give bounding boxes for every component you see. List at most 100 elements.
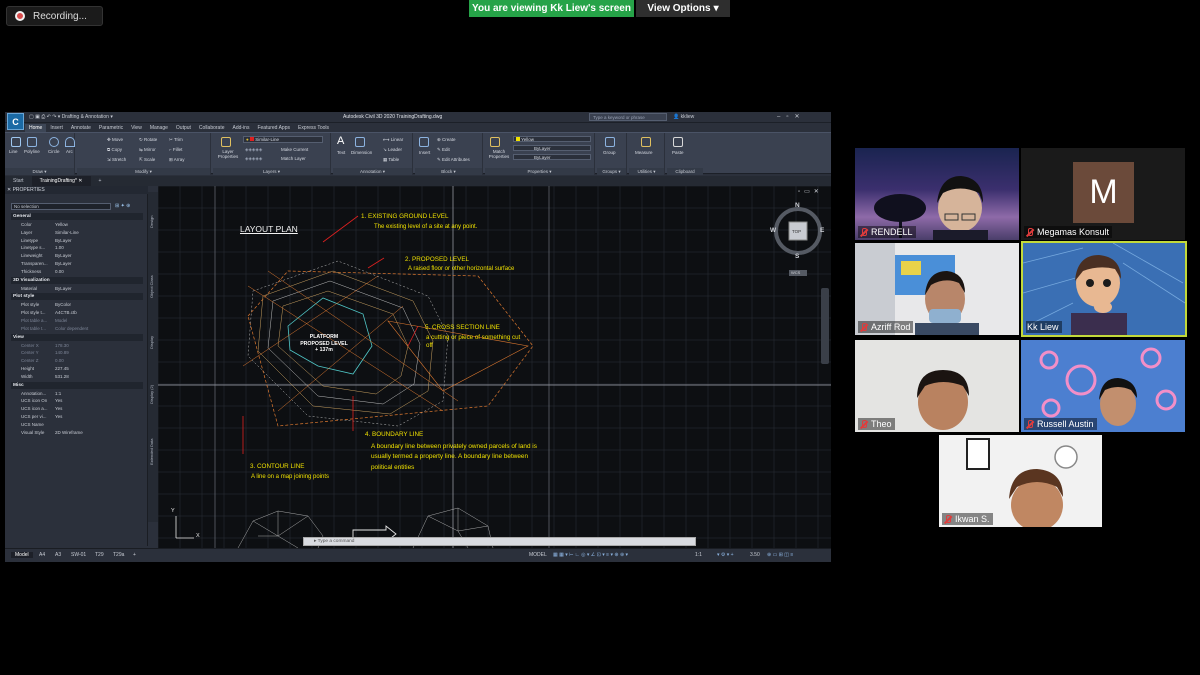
property-row[interactable]: Center Z 0.00 bbox=[11, 357, 143, 364]
user-account[interactable]: 👤 kkliew bbox=[673, 114, 694, 120]
compass-south[interactable]: S bbox=[795, 253, 799, 260]
ribbon-tab-parametric[interactable]: Parametric bbox=[95, 124, 127, 132]
doc-tab-trainingdrafting[interactable]: TrainingDrafting* ✕ bbox=[31, 176, 91, 186]
panel-title-modify[interactable]: Modify ▾ bbox=[77, 168, 210, 175]
property-row[interactable]: Thickness 0.00 bbox=[11, 268, 143, 275]
workspace-toggles[interactable]: ▾ ⚙ ▾ + bbox=[717, 552, 734, 558]
properties-section-3d-visualization[interactable]: 3D Visualization bbox=[11, 276, 143, 284]
compass-east[interactable]: E bbox=[820, 227, 824, 234]
quick-access-toolbar[interactable]: ▢ ▣ ⎙ ↶ ↷ ▾ Drafting & Annotation ▾ bbox=[29, 114, 113, 120]
tool-line[interactable]: Line bbox=[9, 149, 18, 154]
tool-layer-properties[interactable]: Layer Properties bbox=[215, 149, 241, 159]
ribbon-tab-home[interactable]: Home bbox=[25, 124, 47, 132]
close-icon[interactable]: ✕ bbox=[794, 114, 805, 120]
tool-polyline[interactable]: Polyline bbox=[24, 149, 40, 154]
properties-section-general[interactable]: General bbox=[11, 213, 143, 220]
participant-tile-theo[interactable]: Theo bbox=[855, 340, 1019, 432]
tool-table[interactable]: ▦ Table bbox=[383, 157, 399, 163]
tool-match-properties[interactable]: Match Properties bbox=[487, 149, 511, 159]
tool-fillet[interactable]: ⌐ Fillet bbox=[169, 147, 182, 152]
properties-section-misc[interactable]: Misc bbox=[11, 381, 143, 389]
property-row[interactable]: UCS icon a... Yes bbox=[11, 405, 143, 412]
panel-title-utilities[interactable]: Utilities ▾ bbox=[629, 168, 664, 175]
tool-scale[interactable]: ⇱ Scale bbox=[139, 157, 155, 163]
ribbon-tab-view[interactable]: View bbox=[127, 124, 146, 132]
tool-paste[interactable]: Paste bbox=[672, 150, 684, 155]
close-tab-icon[interactable]: ✕ bbox=[78, 178, 82, 184]
participant-tile-kk-liew[interactable]: Kk Liew bbox=[1021, 241, 1187, 337]
color-dropdown[interactable]: Yellow bbox=[513, 136, 591, 142]
minimize-icon[interactable]: – bbox=[777, 114, 786, 120]
property-row[interactable]: UCS icon On Yes bbox=[11, 397, 143, 404]
view-options-button[interactable]: View Options ▾ bbox=[636, 0, 730, 17]
tool-match-layer[interactable]: Match Layer bbox=[281, 156, 306, 161]
tool-trim[interactable]: ✂ Trim bbox=[169, 137, 183, 143]
properties-section-view[interactable]: View bbox=[11, 333, 143, 341]
wcs-label[interactable]: WCS bbox=[791, 270, 800, 275]
tool-move[interactable]: ✥ Move bbox=[107, 137, 123, 143]
layout-tab-t29a[interactable]: T29a bbox=[113, 552, 124, 558]
participant-tile-megamas[interactable]: M Megamas Konsult bbox=[1021, 148, 1185, 240]
panel-title-clipboard[interactable]: Clipboard bbox=[667, 168, 703, 175]
property-row[interactable]: Width 531.28 bbox=[11, 373, 143, 380]
tool-edit-attributes[interactable]: ✎ Edit Attributes bbox=[437, 157, 470, 163]
participant-tile-azriff[interactable]: Azriff Rod bbox=[855, 243, 1019, 335]
property-row[interactable]: Plot table a... Model bbox=[11, 317, 143, 324]
side-tab-display-2[interactable]: Display (2) bbox=[149, 372, 157, 417]
property-row[interactable]: UCS per vi... Yes bbox=[11, 413, 143, 420]
participant-tile-rendell[interactable]: RENDELL bbox=[855, 148, 1019, 240]
side-tab-display[interactable]: Display bbox=[149, 322, 157, 362]
layout-tab-sw01[interactable]: SW-01 bbox=[71, 552, 86, 558]
property-row[interactable]: Transparen... ByLayer bbox=[11, 260, 143, 267]
ribbon-tab-manage[interactable]: Manage bbox=[146, 124, 172, 132]
tool-edit[interactable]: ✎ Edit bbox=[437, 147, 450, 153]
drawing-canvas[interactable]: LAYOUT PLAN 1. EXISTING GROUND LEVEL The… bbox=[157, 185, 831, 549]
side-tab-design[interactable]: Design bbox=[149, 202, 157, 242]
ribbon-tab-insert[interactable]: Insert bbox=[46, 124, 67, 132]
panel-title-block[interactable]: Block ▾ bbox=[415, 168, 482, 175]
property-row[interactable]: Material ByLayer bbox=[11, 285, 143, 292]
property-row[interactable]: Linetype ByLayer bbox=[11, 237, 143, 244]
model-space-toggle[interactable]: MODEL bbox=[529, 552, 547, 558]
panel-title-annotation[interactable]: Annotation ▾ bbox=[333, 168, 412, 175]
layer-dropdown[interactable]: ● Similar-Line bbox=[243, 136, 323, 143]
tool-arc[interactable]: Arc bbox=[66, 149, 73, 154]
side-tab-extended-data[interactable]: Extended Data bbox=[149, 427, 157, 477]
drafting-toggles[interactable]: ▦ ▦ ▾ ⊢ ∟ ◎ ▾ ∠ ⊡ ▾ ≡ ▾ ⊕ ⊕ ▾ bbox=[553, 552, 628, 558]
ribbon-tab-featured-apps[interactable]: Featured Apps bbox=[253, 124, 294, 132]
property-row[interactable]: Layer Similar-Line bbox=[11, 229, 143, 236]
ribbon-tab-collaborate[interactable]: Collaborate bbox=[195, 124, 229, 132]
property-row[interactable]: Height 227.45 bbox=[11, 365, 143, 372]
ribbon-tab-output[interactable]: Output bbox=[172, 124, 195, 132]
tool-copy[interactable]: ⧉ Copy bbox=[107, 147, 122, 152]
quick-select-icon[interactable]: ⊞ ✦ ⊕ bbox=[115, 203, 130, 209]
window-controls[interactable]: –▫✕ bbox=[777, 113, 806, 120]
tool-text[interactable]: Text bbox=[337, 150, 345, 155]
panel-title-properties[interactable]: Properties ▾ bbox=[485, 168, 594, 175]
property-row[interactable]: Lineweight ByLayer bbox=[11, 252, 143, 259]
tool-linear[interactable]: ⟷ Linear bbox=[383, 137, 403, 143]
property-row[interactable]: Visual Style 2D Wireframe bbox=[11, 429, 143, 436]
tool-array[interactable]: ⊞ Array bbox=[169, 157, 185, 163]
add-layout-button[interactable]: + bbox=[133, 552, 136, 558]
tool-rotate[interactable]: ↻ Rotate bbox=[139, 137, 157, 143]
status-value[interactable]: 3.50 bbox=[750, 552, 760, 558]
lineweight-dropdown[interactable]: ByLayer bbox=[513, 154, 591, 160]
viewport-controls[interactable]: ▫▭✕ bbox=[798, 188, 823, 195]
ribbon-tab-annotate[interactable]: Annotate bbox=[67, 124, 95, 132]
property-row[interactable]: Plot table t... Color dependent bbox=[11, 325, 143, 332]
tool-circle[interactable]: Circle bbox=[48, 149, 60, 154]
linetype-dropdown[interactable]: ByLayer bbox=[513, 145, 591, 151]
participant-tile-ikwan[interactable]: Ikwan S. bbox=[939, 435, 1102, 527]
layer-tools-icon-row2[interactable]: ◈◈◈◈◈ bbox=[245, 156, 262, 162]
viewcube[interactable] bbox=[774, 207, 822, 276]
property-row[interactable]: UCS Name bbox=[11, 421, 143, 428]
app-logo-icon[interactable]: C bbox=[7, 113, 24, 130]
doc-tab-start[interactable]: Start bbox=[5, 176, 32, 186]
tool-stretch[interactable]: ⇲ Stretch bbox=[107, 157, 126, 163]
tool-insert[interactable]: Insert bbox=[419, 150, 430, 155]
compass-west[interactable]: W bbox=[770, 227, 776, 234]
status-tools[interactable]: ⊕ ▭ ⊞ ◫ ≡ bbox=[767, 552, 793, 558]
tool-make-current[interactable]: Make Current bbox=[281, 147, 308, 152]
panel-title-layers[interactable]: Layers ▾ bbox=[213, 168, 330, 175]
